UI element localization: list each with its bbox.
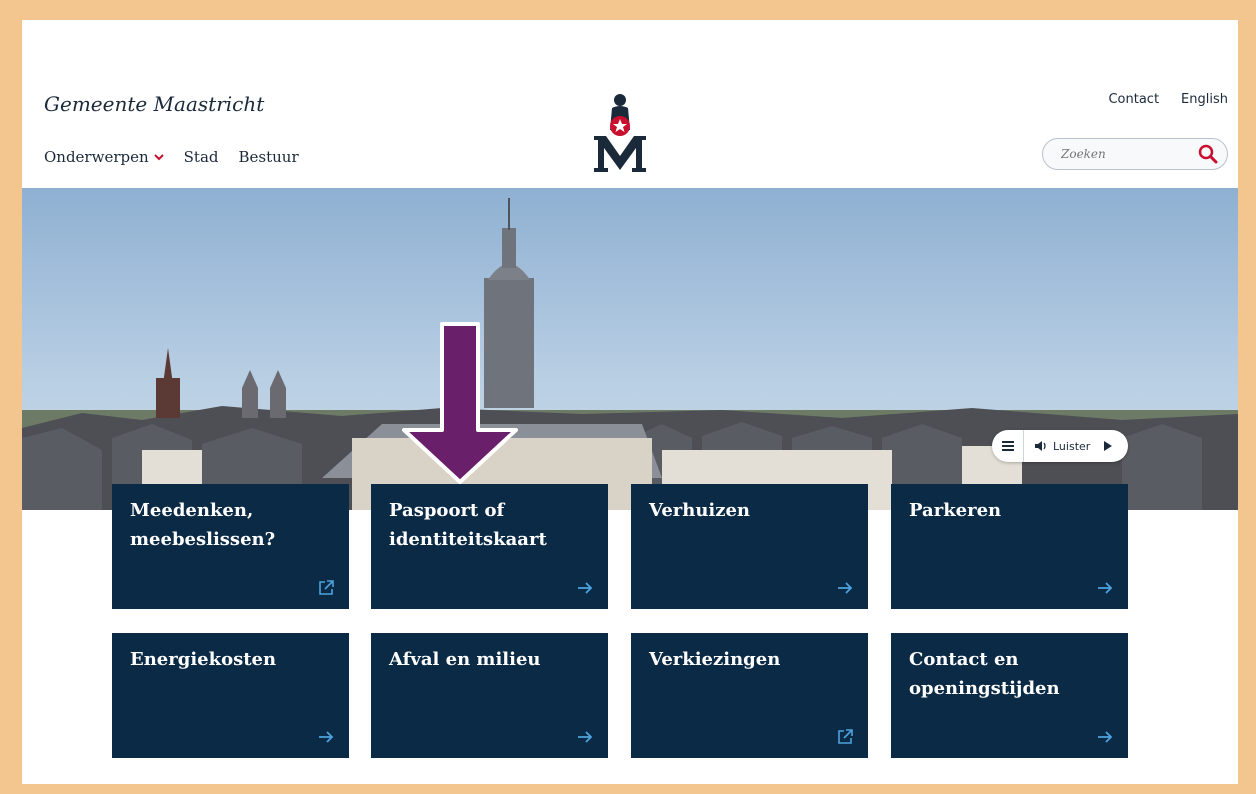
nav-item-onderwerpen[interactable]: Onderwerpen (44, 148, 164, 166)
listen-widget: Luister (992, 430, 1128, 462)
tile-label: Parkeren (909, 500, 1002, 521)
tile-verkiezingen[interactable]: Verkiezingen (631, 633, 868, 758)
arrow-right-icon (578, 731, 593, 743)
search-input[interactable] (1061, 145, 1191, 163)
nav-item-bestuur[interactable]: Bestuur (239, 148, 299, 166)
top-links: Contact English (1108, 92, 1228, 107)
external-link-icon (838, 729, 853, 744)
tile-label: Contact en openingstijden (909, 649, 1060, 699)
page-frame: Gemeente Maastricht Onderwerpen Stad Bes… (22, 20, 1238, 784)
arrow-right-icon (578, 582, 593, 594)
arrow-right-icon (1098, 582, 1113, 594)
listen-button[interactable]: Luister (1024, 440, 1113, 453)
contact-link[interactable]: Contact (1108, 92, 1159, 107)
arrow-right-icon (838, 582, 853, 594)
tile-energiekosten[interactable]: Energiekosten (112, 633, 349, 758)
speaker-icon (1035, 441, 1046, 451)
tile-afval-milieu[interactable]: Afval en milieu (371, 633, 608, 758)
search-icon[interactable] (1197, 143, 1219, 165)
annotation-arrow-icon (402, 322, 518, 484)
nav-item-label: Onderwerpen (44, 148, 149, 166)
arrow-right-icon (319, 731, 334, 743)
tile-label: Verkiezingen (649, 649, 781, 670)
tile-label: Paspoort of identiteitskaart (389, 500, 547, 550)
listen-label: Luister (1053, 439, 1091, 453)
external-link-icon (319, 580, 334, 595)
nav-item-label: Bestuur (238, 148, 299, 166)
tile-label: Verhuizen (649, 500, 751, 521)
chevron-down-icon (153, 154, 164, 161)
tile-label: Afval en milieu (389, 649, 541, 670)
site-title[interactable]: Gemeente Maastricht (44, 92, 264, 116)
arrow-right-icon (1098, 731, 1113, 743)
nav-item-label: Stad (183, 148, 219, 166)
english-link[interactable]: English (1181, 92, 1228, 107)
hamburger-icon (1001, 441, 1014, 451)
tile-meedenken[interactable]: Meedenken, meebeslissen? (112, 484, 349, 609)
listen-menu-button[interactable] (992, 430, 1024, 462)
main-nav: Onderwerpen Stad Bestuur (44, 148, 299, 166)
tile-label: Energiekosten (130, 649, 277, 670)
tile-paspoort[interactable]: Paspoort of identiteitskaart (371, 484, 608, 609)
nav-item-stad[interactable]: Stad (184, 148, 219, 166)
search-box (1042, 138, 1228, 170)
play-icon (1104, 441, 1113, 451)
tile-contact-openingstijden[interactable]: Contact en openingstijden (891, 633, 1128, 758)
tile-parkeren[interactable]: Parkeren (891, 484, 1128, 609)
tile-verhuizen[interactable]: Verhuizen (631, 484, 868, 609)
tile-label: Meedenken, meebeslissen? (130, 500, 276, 550)
maastricht-logo[interactable] (590, 90, 650, 174)
